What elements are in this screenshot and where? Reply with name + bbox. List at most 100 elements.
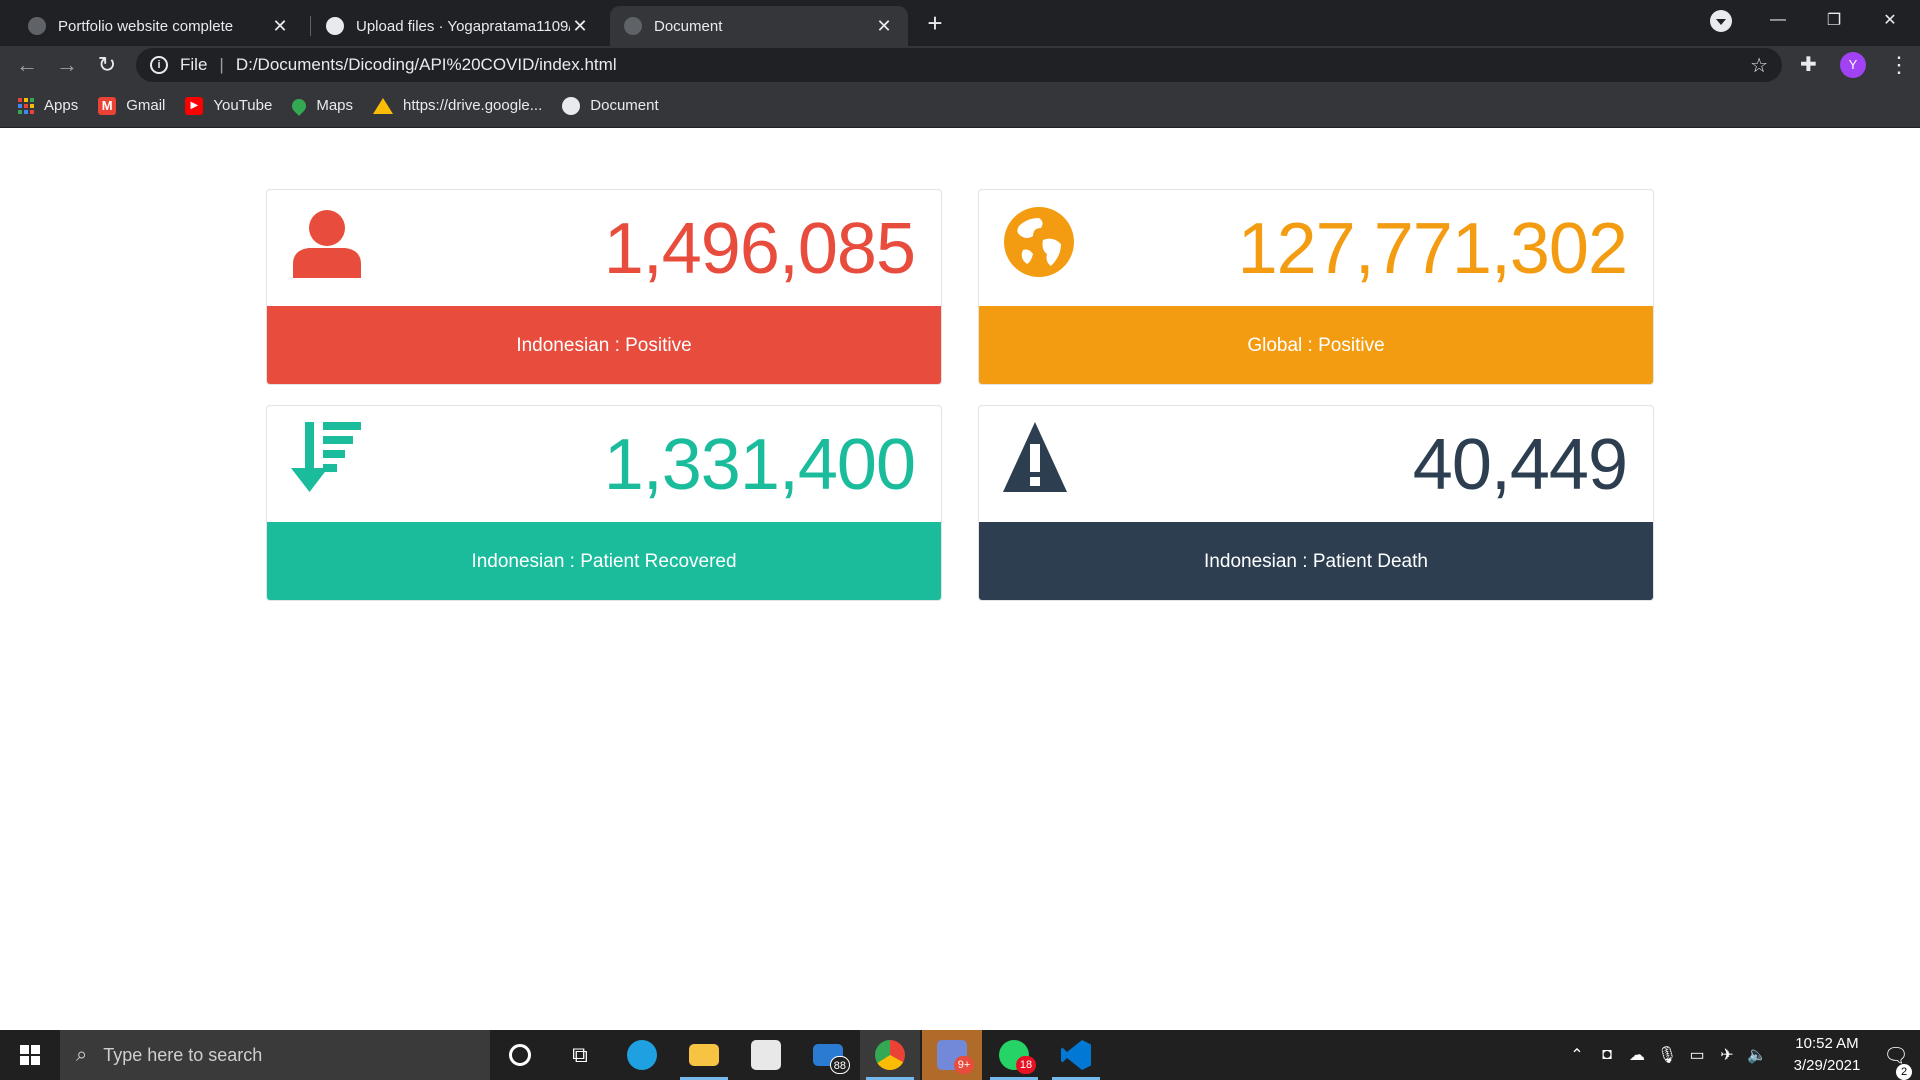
globe-icon (624, 17, 642, 35)
onedrive-icon[interactable]: ☁ (1622, 1045, 1652, 1065)
mail-badge: 88 (829, 1056, 850, 1074)
task-view-icon[interactable]: ⧉ (550, 1030, 610, 1080)
bookmark-maps[interactable]: Maps (289, 95, 354, 116)
close-icon[interactable]: ✕ (270, 16, 290, 37)
globe-icon (28, 17, 46, 35)
search-placeholder: Type here to search (103, 1044, 263, 1065)
user-icon (293, 210, 361, 278)
close-icon[interactable]: ✕ (874, 16, 894, 37)
menu-icon[interactable]: ⋮ (1888, 50, 1910, 80)
microphone-icon[interactable]: 🎙 (1652, 1045, 1682, 1065)
tab-strip: Portfolio website complete ✕ Upload file… (0, 0, 1920, 46)
maps-icon (289, 95, 310, 116)
tab-title: Document (654, 17, 723, 35)
stat-value: 40,449 (1412, 425, 1628, 505)
bookmark-youtube[interactable]: ▶ YouTube (185, 96, 273, 115)
globe-icon (562, 96, 581, 115)
stat-card-indonesian-recovered: 1,331,400 Indonesian : Patient Recovered (266, 405, 942, 601)
search-icon: ⌕ (76, 1043, 88, 1066)
tab-title: Portfolio website complete (58, 17, 234, 35)
minimize-button[interactable]: — (1750, 0, 1806, 40)
drive-icon (373, 97, 394, 114)
bookmark-label: Gmail (126, 97, 166, 114)
windows-icon (20, 1045, 40, 1065)
stat-card-indonesian-positive: 1,496,085 Indonesian : Positive (266, 189, 942, 385)
camera-icon[interactable]: ◘ (1592, 1046, 1622, 1064)
start-button[interactable] (0, 1030, 60, 1080)
sort-down-icon (291, 422, 361, 492)
bookmark-gmail[interactable]: M Gmail (98, 96, 166, 115)
cortana-icon[interactable] (490, 1030, 550, 1080)
address-bar[interactable]: i File | D:/Documents/Dicoding/API%20COV… (136, 48, 1782, 82)
divider: | (219, 55, 224, 74)
bookmark-apps[interactable]: Apps (18, 97, 78, 114)
tab-title: Upload files · Yogapratama1109/A (356, 17, 570, 35)
avatar[interactable]: Y (1840, 52, 1866, 78)
clock[interactable]: 10:52 AM 3/29/2021 (1782, 1033, 1872, 1077)
airplane-mode-icon[interactable]: ✈ (1712, 1045, 1742, 1065)
tab-portfolio[interactable]: Portfolio website complete ✕ (14, 6, 304, 46)
taskbar: ⌕ Type here to search ⧉ 88 9+ 18 ⌃ ◘ ☁ 🎙… (0, 1030, 1920, 1080)
bookmark-label: Apps (44, 97, 79, 114)
vscode-icon[interactable] (1046, 1030, 1106, 1080)
notification-count: 2 (1896, 1063, 1912, 1080)
extensions-icon[interactable]: ✚ (1800, 52, 1817, 77)
restore-button[interactable]: ❐ (1806, 0, 1862, 40)
back-button[interactable]: ← (12, 50, 42, 80)
forward-button[interactable]: → (52, 50, 82, 80)
bookmark-label: Maps (316, 97, 354, 114)
close-window-button[interactable]: ✕ (1862, 0, 1918, 40)
browser-toolbar: ← → ↻ i File | D:/Documents/Dicoding/API… (0, 46, 1920, 84)
warning-icon (1003, 422, 1067, 492)
stat-card-global-positive: 127,771,302 Global : Positive (978, 189, 1654, 385)
github-icon (326, 17, 344, 35)
store-icon[interactable] (736, 1030, 796, 1080)
stat-value: 127,771,302 (1237, 209, 1628, 289)
reload-button[interactable]: ↻ (92, 50, 122, 80)
tab-document[interactable]: Document ✕ (610, 6, 908, 46)
bookmark-document[interactable]: Document (562, 96, 659, 115)
system-tray: ⌃ ◘ ☁ 🎙 ▭ ✈ 🔈 10:52 AM 3/29/2021 🗨 2 (1562, 1030, 1920, 1080)
file-explorer-icon[interactable] (674, 1030, 734, 1080)
close-icon[interactable]: ✕ (570, 16, 590, 37)
discord-badge: 9+ (954, 1056, 974, 1074)
discord-icon[interactable]: 9+ (922, 1030, 982, 1080)
chrome-icon[interactable] (860, 1030, 920, 1080)
notification-button[interactable]: 🗨 2 (1872, 1043, 1920, 1080)
mail-icon[interactable]: 88 (798, 1030, 858, 1080)
edge-icon[interactable] (612, 1030, 672, 1080)
whatsapp-badge: 18 (1016, 1056, 1036, 1074)
info-icon[interactable]: i (150, 56, 168, 74)
date-text: 3/29/2021 (1793, 1057, 1861, 1074)
stat-value: 1,496,085 (603, 209, 916, 289)
stat-card-indonesian-death: 40,449 Indonesian : Patient Death (978, 405, 1654, 601)
gmail-icon: M (98, 96, 117, 115)
star-icon[interactable]: ☆ (1750, 53, 1768, 78)
tab-separator (310, 16, 311, 36)
chevron-up-icon[interactable]: ⌃ (1562, 1045, 1592, 1065)
stat-label: Global : Positive (979, 306, 1653, 384)
stat-label: Indonesian : Patient Recovered (267, 522, 941, 600)
stat-label: Indonesian : Patient Death (979, 522, 1653, 600)
bookmark-label: Document (590, 97, 659, 114)
volume-icon[interactable]: 🔈 (1742, 1045, 1772, 1065)
bookmarks-bar: Apps M Gmail ▶ YouTube Maps https://driv… (0, 84, 1920, 128)
stat-label: Indonesian : Positive (267, 306, 941, 384)
tab-upload-files[interactable]: Upload files · Yogapratama1109/A ✕ (312, 6, 604, 46)
globe-icon (1004, 207, 1074, 277)
bookmark-label: https://drive.google... (403, 97, 543, 114)
apps-grid-icon (18, 97, 34, 114)
taskbar-search[interactable]: ⌕ Type here to search (60, 1030, 490, 1080)
time-text: 10:52 AM (1795, 1035, 1859, 1052)
stat-value: 1,331,400 (603, 425, 916, 505)
url-text[interactable]: D:/Documents/Dicoding/API%20COVID/index.… (236, 55, 617, 75)
new-tab-button[interactable]: + (918, 6, 952, 40)
whatsapp-icon[interactable]: 18 (984, 1030, 1044, 1080)
tab-search-icon[interactable] (1710, 10, 1732, 32)
scheme-label: File (180, 55, 208, 74)
youtube-icon: ▶ (185, 96, 204, 115)
page-content: 1,496,085 Indonesian : Positive 127,771,… (0, 128, 1920, 1028)
battery-icon[interactable]: ▭ (1682, 1045, 1712, 1065)
bookmark-label: YouTube (213, 97, 273, 114)
bookmark-drive[interactable]: https://drive.google... (373, 97, 542, 114)
